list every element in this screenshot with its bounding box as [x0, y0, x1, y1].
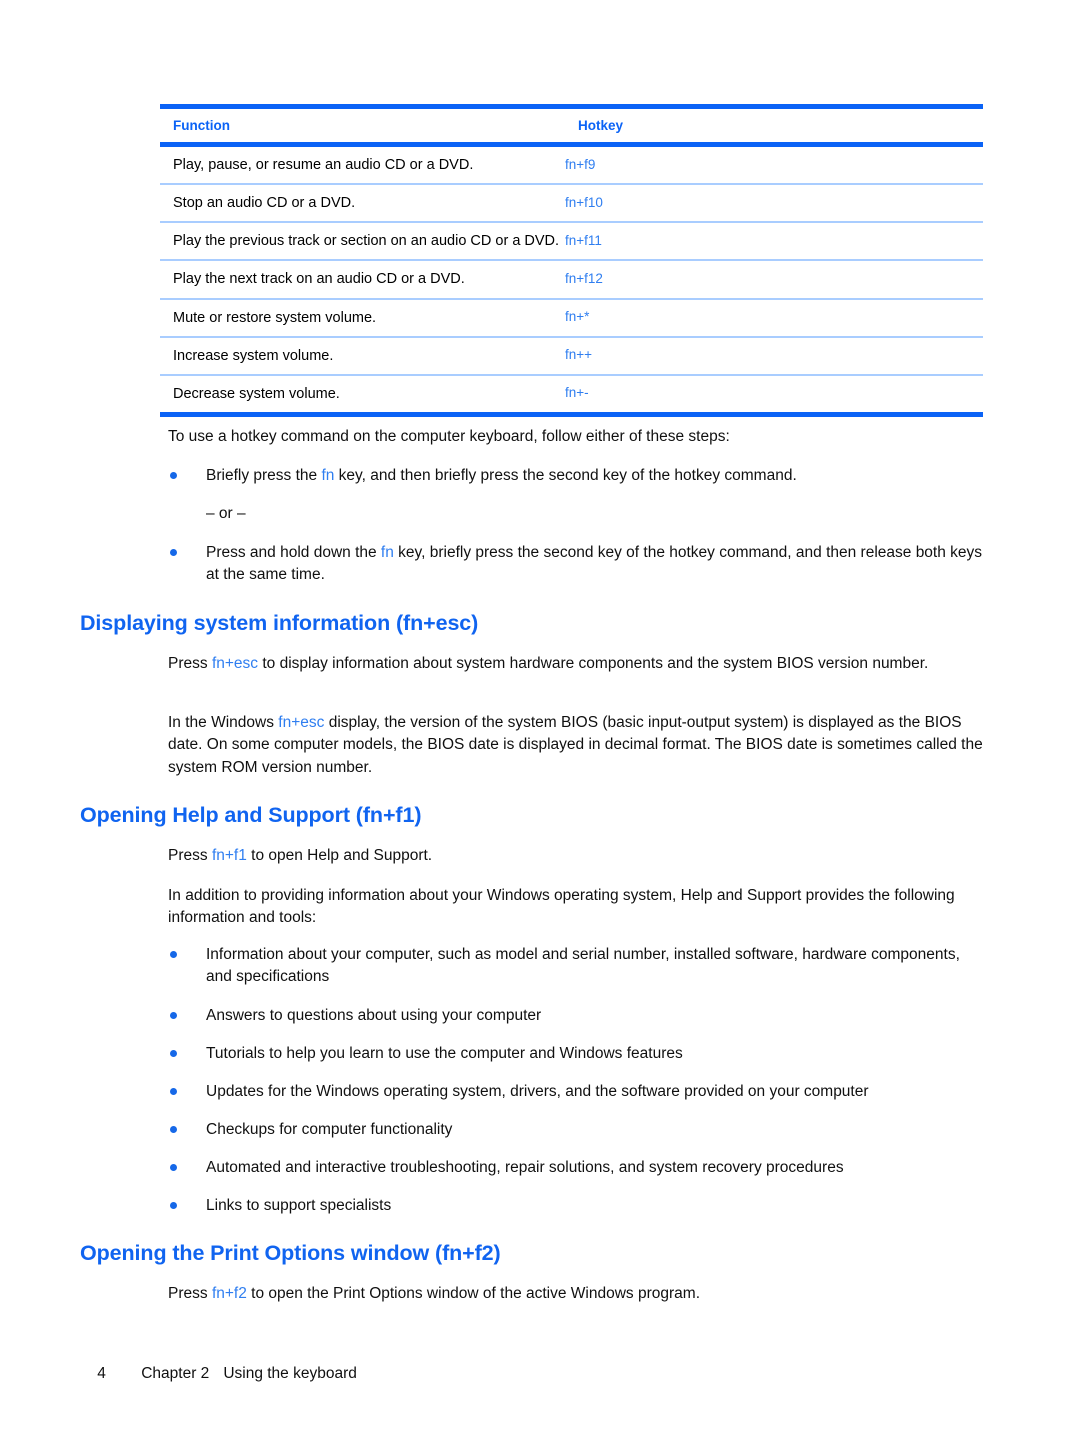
list-item: Information about your computer, such as…: [168, 944, 984, 989]
list-item: Links to support specialists: [168, 1195, 984, 1217]
text-fragment: to display information about system hard…: [258, 655, 929, 672]
list-item: Tutorials to help you learn to use the c…: [168, 1043, 984, 1065]
text-fragment: Briefly press the: [206, 467, 322, 484]
inline-key-fn-esc: fn+esc: [211, 655, 259, 672]
cell-function: Decrease system volume.: [160, 374, 565, 417]
inline-key-fn-f1: fn+f1: [211, 847, 247, 864]
list-item-label: Links to support specialists: [206, 1197, 392, 1214]
or-separator: – or –: [206, 505, 246, 522]
list-item-label: Press and hold down the fn key, briefly …: [206, 542, 984, 587]
cell-hotkey: fn+f11: [565, 222, 983, 262]
inline-key-fn: fn: [380, 544, 394, 561]
cell-function: Mute or restore system volume.: [160, 298, 565, 338]
table-row: Play the next track on an audio CD or a …: [160, 260, 983, 300]
cell-hotkey: fn+*: [565, 298, 983, 338]
list-item: Briefly press the fn key, and then brief…: [168, 465, 984, 487]
print-paragraph-1: Press fn+f2 to open the Print Options wi…: [168, 1283, 984, 1305]
text-fragment: Press and hold down the: [206, 544, 381, 561]
table-body: Play, pause, or resume an audio CD or a …: [160, 144, 983, 417]
table-header-row: Function Hotkey: [160, 104, 983, 147]
list-item-label: Tutorials to help you learn to use the c…: [206, 1045, 683, 1062]
list-item-label: Automated and interactive troubleshootin…: [206, 1159, 844, 1176]
help-paragraph-1: Press fn+f1 to open Help and Support.: [168, 845, 984, 867]
column-header-hotkey: Hotkey: [565, 104, 983, 147]
text-fragment: key, and then briefly press the second k…: [334, 467, 797, 484]
bullet-dot-icon: [170, 549, 177, 556]
list-item: Automated and interactive troubleshootin…: [168, 1157, 984, 1179]
cell-function: Play the next track on an audio CD or a …: [160, 260, 565, 300]
bullet-dot-icon: [170, 1202, 177, 1209]
list-item: Checkups for computer functionality: [168, 1119, 984, 1141]
table-row: Stop an audio CD or a DVD. fn+f10: [160, 184, 983, 224]
list-item-label: Checkups for computer functionality: [206, 1121, 453, 1138]
table-row: Play, pause, or resume an audio CD or a …: [160, 144, 983, 186]
list-item: Answers to questions about using your co…: [168, 1005, 984, 1027]
list-item: Updates for the Windows operating system…: [168, 1081, 984, 1103]
table-row: Decrease system volume. fn+-: [160, 374, 983, 417]
cell-hotkey: fn+f10: [565, 184, 983, 224]
bullet-dot-icon: [170, 1088, 177, 1095]
list-item-label: Information about your computer, such as…: [206, 946, 960, 986]
list-item-label: Updates for the Windows operating system…: [206, 1083, 869, 1100]
cell-function: Stop an audio CD or a DVD.: [160, 184, 565, 224]
footer-chapter: Chapter 2: [141, 1365, 210, 1382]
bullet-dot-icon: [170, 1012, 177, 1019]
footer-chapter-title: Using the keyboard: [223, 1365, 357, 1382]
page-footer: 4 Chapter 2 Using the keyboard: [80, 1347, 357, 1401]
intro-lead-paragraph: To use a hotkey command on the computer …: [168, 428, 730, 445]
list-item-label: Answers to questions about using your co…: [206, 1007, 542, 1024]
inline-key-fn-f2: fn+f2: [211, 1285, 247, 1302]
list-item-label: Briefly press the fn key, and then brief…: [206, 465, 984, 487]
text-fragment: Press: [168, 1285, 212, 1302]
column-header-function: Function: [160, 104, 565, 147]
text-fragment: In the Windows: [168, 714, 279, 731]
table-header: Function Hotkey: [160, 104, 983, 147]
list-item: Press and hold down the fn key, briefly …: [168, 542, 984, 587]
text-fragment: Press: [168, 847, 212, 864]
bullet-dot-icon: [170, 1126, 177, 1133]
document-page: Function Hotkey Play, pause, or resume a…: [0, 0, 1080, 1437]
sysinfo-paragraph-2: In the Windows fn+esc display, the versi…: [168, 712, 984, 779]
cell-hotkey: fn+-: [565, 374, 983, 417]
bullet-dot-icon: [170, 472, 177, 479]
text-fragment: Press: [168, 655, 212, 672]
text-fragment: to open the Print Options window of the …: [246, 1285, 701, 1302]
cell-function: Play the previous track or section on an…: [160, 222, 565, 262]
hotkey-table: Function Hotkey Play, pause, or resume a…: [160, 104, 983, 417]
help-paragraph-2: In addition to providing information abo…: [168, 887, 955, 927]
cell-hotkey: fn+f9: [565, 144, 983, 186]
cell-hotkey: fn++: [565, 336, 983, 376]
cell-hotkey: fn+f12: [565, 260, 983, 300]
footer-page-number: 4: [97, 1365, 106, 1382]
table-row: Mute or restore system volume. fn+*: [160, 298, 983, 338]
bullet-dot-icon: [170, 1164, 177, 1171]
table-row: Play the previous track or section on an…: [160, 222, 983, 262]
bullet-dot-icon: [170, 951, 177, 958]
bullet-dot-icon: [170, 1050, 177, 1057]
heading-opening-print-options-window: Opening the Print Options window (fn+f2): [80, 1241, 501, 1265]
table-row: Increase system volume. fn++: [160, 336, 983, 376]
heading-opening-help-and-support: Opening Help and Support (fn+f1): [80, 803, 422, 827]
inline-key-fn-esc: fn+esc: [278, 714, 325, 731]
inline-key-fn: fn: [321, 467, 335, 484]
sysinfo-paragraph-1: Press fn+esc to display information abou…: [168, 653, 984, 675]
heading-displaying-system-information: Displaying system information (fn+esc): [80, 611, 479, 635]
cell-function: Increase system volume.: [160, 336, 565, 376]
text-fragment: to open Help and Support.: [246, 847, 433, 864]
cell-function: Play, pause, or resume an audio CD or a …: [160, 144, 565, 186]
